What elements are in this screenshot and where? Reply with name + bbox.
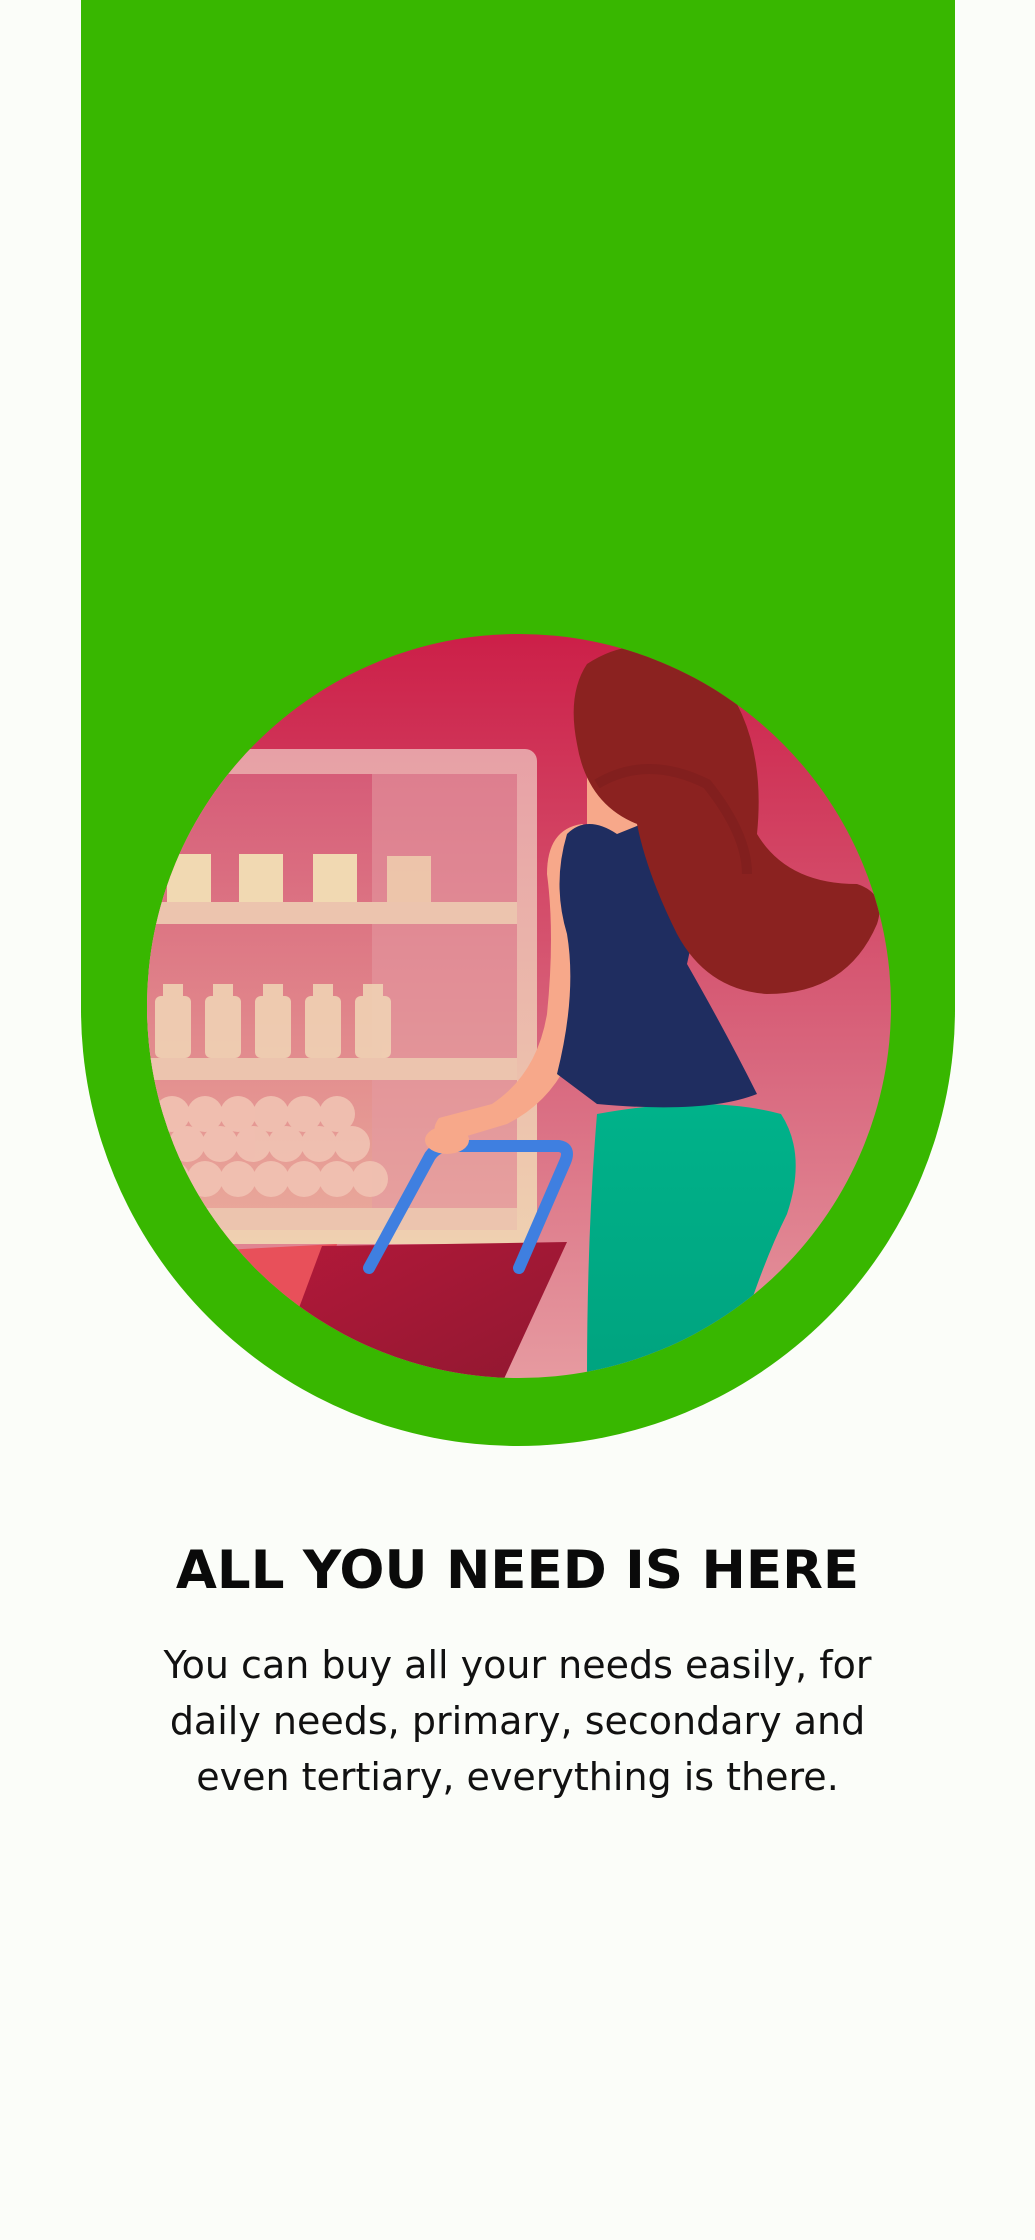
onboarding-title: ALL YOU NEED IS HERE (175, 1540, 860, 1601)
onboarding-description: You can buy all your needs easily, for d… (163, 1643, 872, 1799)
shopping-woman-illustration (147, 634, 891, 1378)
